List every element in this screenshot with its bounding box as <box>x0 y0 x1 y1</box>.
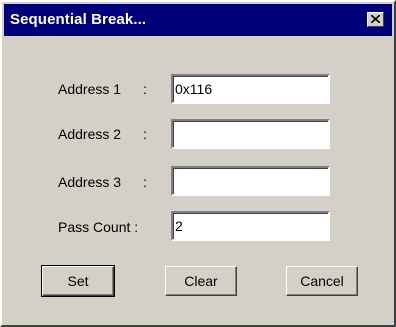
window-title: Sequential Break... <box>10 11 147 28</box>
set-button[interactable]: Set <box>41 265 115 297</box>
address-1-field-frame <box>171 74 330 104</box>
sequential-break-dialog: Sequential Break... Address 1 : Address … <box>0 0 396 327</box>
address-2-colon: : <box>143 126 147 142</box>
address-3-label: Address 3 <box>58 174 122 190</box>
address-2-field-frame <box>171 119 330 149</box>
address-1-label: Address 1 <box>58 81 122 97</box>
title-bar[interactable]: Sequential Break... <box>4 4 392 36</box>
address-3-colon: : <box>143 174 147 190</box>
address-1-colon: : <box>143 81 147 97</box>
pass-count-field-frame <box>171 211 330 241</box>
cancel-button-label: Cancel <box>300 273 344 289</box>
close-button[interactable] <box>367 12 384 27</box>
address-3-field-frame <box>171 166 330 196</box>
close-icon <box>371 15 380 23</box>
address-1-input[interactable] <box>175 78 325 100</box>
clear-button-label: Clear <box>184 273 218 289</box>
pass-count-label: Pass Count : <box>58 219 139 235</box>
pass-count-input[interactable] <box>175 215 325 237</box>
address-3-input[interactable] <box>175 170 325 192</box>
set-button-label: Set <box>67 273 89 289</box>
clear-button[interactable]: Clear <box>165 266 237 296</box>
address-2-label: Address 2 <box>58 126 122 142</box>
cancel-button[interactable]: Cancel <box>286 266 358 296</box>
address-2-input[interactable] <box>175 123 325 145</box>
